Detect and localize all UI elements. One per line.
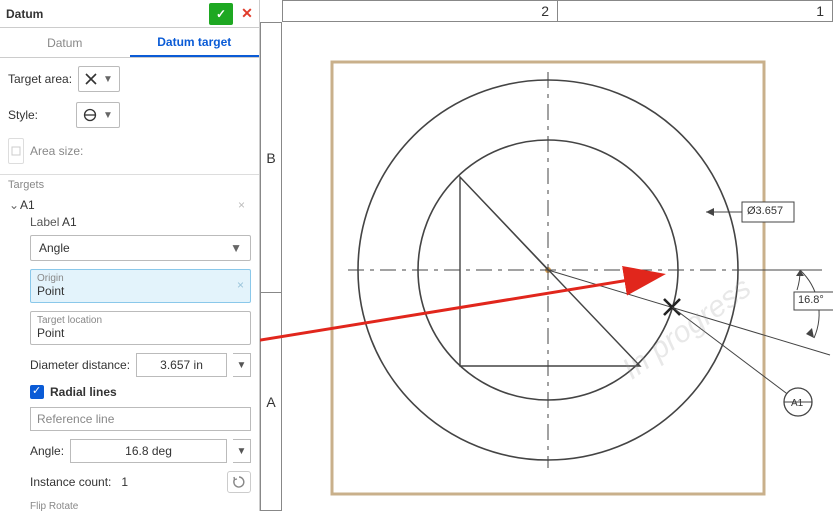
close-icon: ✕ [241,5,253,22]
chevron-down-icon: ▼ [237,446,247,457]
radial-line [548,270,830,355]
ruler-col-2: 2 [283,1,558,21]
angle-label: Angle: [30,444,64,458]
chevron-down-icon: ▼ [103,74,113,85]
label-value: A1 [62,215,77,229]
target-area-x-icon [85,73,97,85]
angle-mode-select[interactable]: Angle ▼ [30,235,251,261]
style-circle-icon [83,108,97,122]
chevron-down-icon: ▼ [237,360,247,371]
chevron-down-icon: ▼ [103,110,113,121]
angle-stepper[interactable]: ▼ [233,439,251,463]
instance-count-value: 1 [121,475,128,489]
vertical-ruler: B A [260,22,282,511]
diameter-distance-input[interactable]: 3.657 in [136,353,227,377]
tab-strip: Datum Datum target [0,28,259,58]
tree-item-label: A1 [20,198,35,212]
horizontal-ruler: 2 1 [282,0,833,22]
properties-panel: Datum ✓ ✕ Datum Datum target Target area… [0,0,260,511]
chevron-down-icon[interactable]: ⌄ [8,198,20,212]
tree-item-remove-icon[interactable]: × [238,198,251,212]
origin-field[interactable]: Origin Point × [30,269,251,303]
confirm-button[interactable]: ✓ [209,3,233,25]
cancel-button[interactable]: ✕ [235,3,259,25]
tab-datum-target[interactable]: Datum target [130,28,260,57]
angle-mode-value: Angle [39,241,70,255]
area-size-checkbox [8,138,24,164]
radial-lines-label: Radial lines [50,385,117,399]
label-key: Label [30,215,62,229]
diameter-distance-stepper[interactable]: ▼ [233,353,251,377]
ruler-row-b: B [261,23,281,293]
target-location-label: Target location [37,316,244,326]
empty-checkbox-icon [11,146,21,156]
clear-icon[interactable]: × [237,278,244,292]
panel-header: Datum ✓ ✕ [0,0,259,28]
datum-target-text: A1 [791,398,803,409]
origin-value: Point [37,284,244,298]
diameter-value: Ø3.657 [747,205,783,217]
target-area-select[interactable]: ▼ [78,66,120,92]
drawing-area[interactable]: Ø3.657 16.8° A1 In progress [282,22,833,511]
target-location-value: Point [37,326,244,340]
panel-body: Target area: ▼ Style: ▼ Area size: Targe… [0,58,259,511]
instance-count-label: Instance count: [30,475,111,489]
reference-line-input[interactable]: Reference line [30,407,251,431]
angle-input[interactable]: 16.8 deg [70,439,227,463]
panel-title: Datum [6,7,43,21]
diameter-distance-label: Diameter distance: [30,358,130,372]
radial-lines-checkbox[interactable] [30,385,44,399]
targets-section-label: Targets [0,174,259,195]
ruler-col-1: 1 [558,1,832,21]
refresh-icon [232,475,246,489]
ruler-row-a: A [261,293,281,510]
instance-refresh-button[interactable] [227,471,251,493]
check-icon: ✓ [216,7,226,21]
angle-value: 16.8° [798,294,824,306]
radius-line [460,177,548,270]
flip-rotate-label: Flip Rotate [30,501,251,511]
drawing-canvas[interactable]: 2 1 B A [260,0,833,511]
targets-tree-item[interactable]: ⌄ A1 × [8,195,251,215]
area-size-label: Area size: [30,144,92,158]
drawing-svg [282,22,833,511]
chevron-down-icon: ▼ [230,241,242,255]
target-area-label: Target area: [8,72,72,86]
tab-datum[interactable]: Datum [0,28,130,57]
origin-label: Origin [37,274,244,284]
style-select[interactable]: ▼ [76,102,120,128]
style-label: Style: [8,108,70,122]
target-location-field[interactable]: Target location Point [30,311,251,345]
